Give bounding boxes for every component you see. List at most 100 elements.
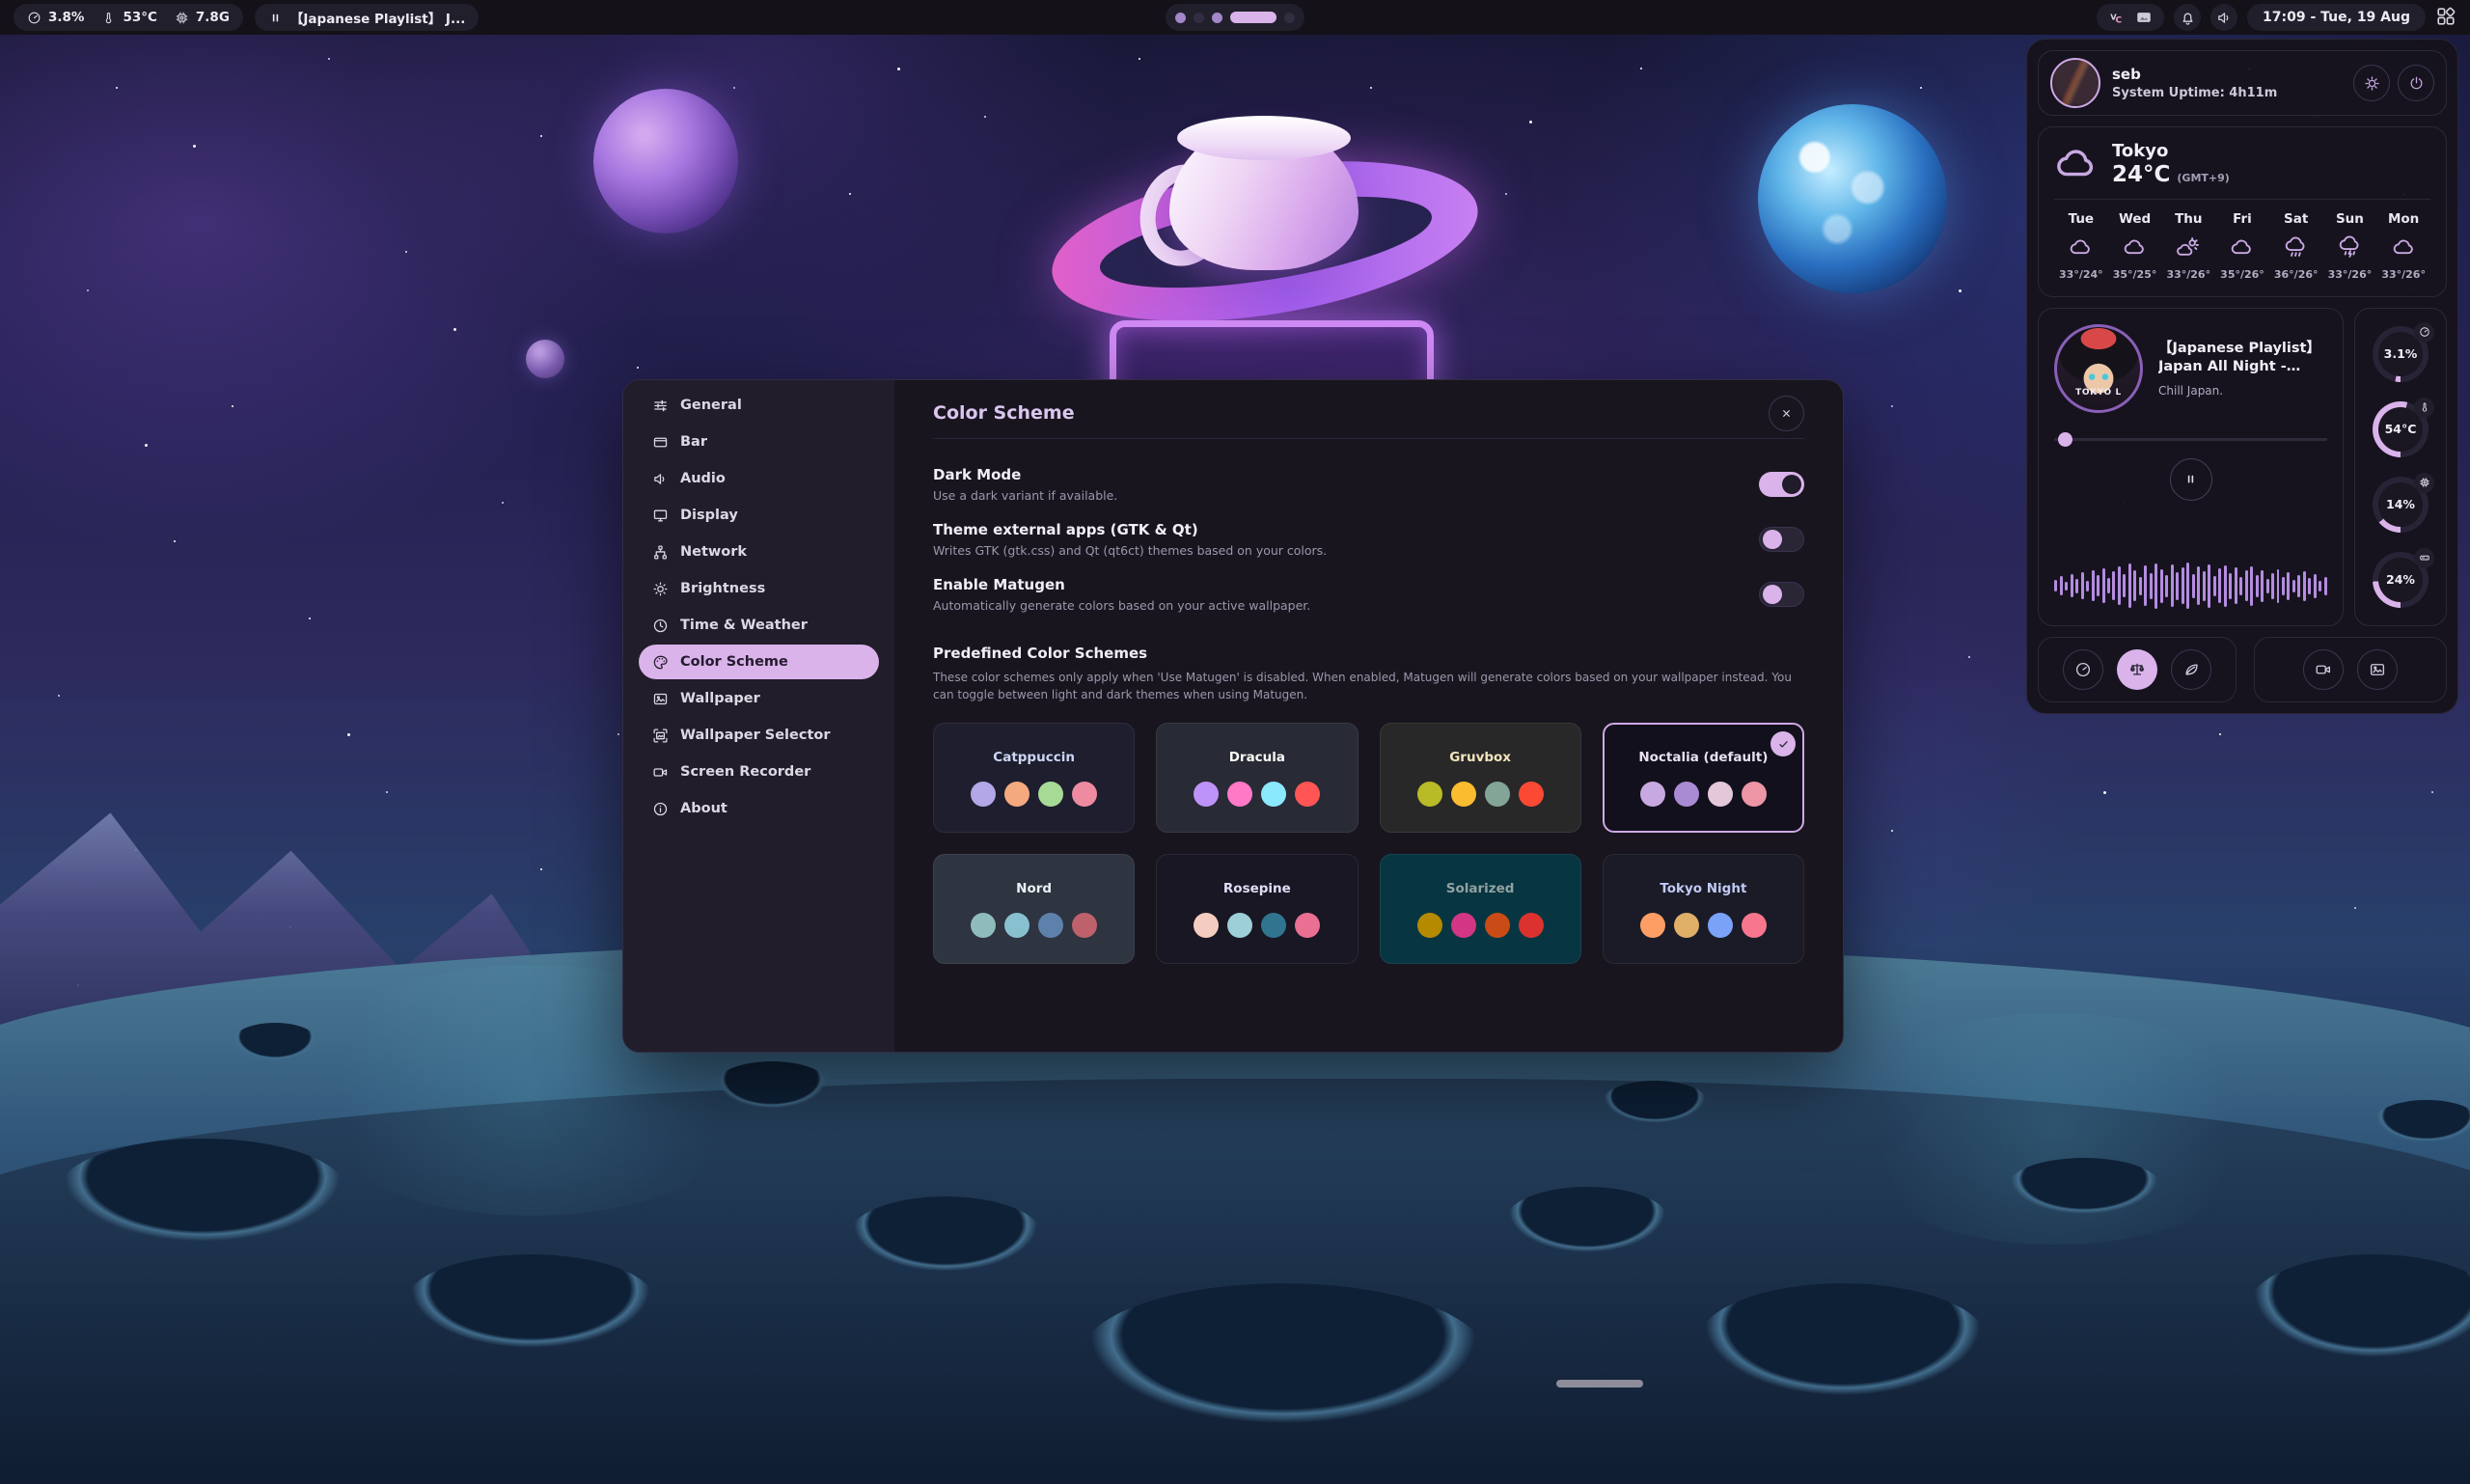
weather-card: Tokyo 24°C (GMT+9) Tue33°/24°Wed35°/25°T…: [2038, 126, 2447, 297]
scheme-name: Nord: [1016, 881, 1052, 896]
toggle-settings: Dark ModeUse a dark variant if available…: [933, 466, 1804, 631]
scheme-card-nord[interactable]: Nord: [933, 854, 1135, 964]
gauge-memory-usage: 14%: [2373, 477, 2429, 533]
scheme-colors: [1640, 913, 1767, 938]
scheme-colors: [1194, 782, 1320, 807]
setting-label: Dark Mode: [933, 466, 1117, 483]
forecast-day-name: Sun: [2336, 211, 2364, 227]
sidebar-item-label: Bar: [680, 434, 707, 450]
crater: [1505, 1187, 1669, 1254]
toggle-theme-external-apps-gtk-qt[interactable]: [1759, 527, 1804, 552]
settings-button[interactable]: [2353, 65, 2390, 101]
pause-icon: [2183, 472, 2198, 486]
weather-temperature: 24°C: [2112, 162, 2170, 187]
workspace-indicator[interactable]: [1166, 4, 1304, 31]
workspace-5[interactable]: [1284, 13, 1295, 23]
gauge-cpu-usage: 3.1%: [2373, 326, 2429, 382]
image-icon: [652, 691, 669, 707]
sidebar-item-display[interactable]: Display: [639, 498, 879, 533]
scheme-card-dracula[interactable]: Dracula: [1156, 723, 1358, 833]
scheme-card-noctalia-default[interactable]: Noctalia (default): [1603, 723, 1804, 833]
sidebar-item-time-weather[interactable]: Time & Weather: [639, 608, 879, 643]
forecast-temps: 33°/26°: [2166, 268, 2210, 281]
toggle-enable-matugen[interactable]: [1759, 582, 1804, 607]
overview-button[interactable]: [2435, 6, 2456, 30]
utilities-card: [2254, 637, 2447, 702]
screen-recorder-button[interactable]: [2303, 649, 2344, 690]
sidebar-item-network[interactable]: Network: [639, 535, 879, 569]
sidebar-item-brightness[interactable]: Brightness: [639, 571, 879, 606]
quick-settings-panel: seb System Uptime: 4h11m Tokyo 24°C (GMT…: [2026, 39, 2458, 714]
balanced-profile-button[interactable]: [2117, 649, 2157, 690]
system-tray[interactable]: VC: [2097, 4, 2164, 31]
system-stats-pill[interactable]: 3.8%53°C7.8G: [14, 4, 243, 31]
forecast-day-name: Wed: [2119, 211, 2151, 227]
cloud-icon: [2054, 142, 2099, 186]
crater: [1081, 1283, 1486, 1428]
scheme-card-catppuccin[interactable]: Catppuccin: [933, 723, 1135, 833]
notifications-button[interactable]: [2174, 4, 2201, 31]
power-button[interactable]: [2398, 65, 2434, 101]
sidebar-item-audio[interactable]: Audio: [639, 461, 879, 496]
scheme-colors: [1194, 913, 1320, 938]
scheme-card-solarized[interactable]: Solarized: [1380, 854, 1581, 964]
crater: [2374, 1100, 2470, 1143]
scheme-name: Gruvbox: [1449, 750, 1511, 765]
workspace-3[interactable]: [1212, 13, 1222, 23]
sidebar-item-wallpaper-selector[interactable]: Wallpaper Selector: [639, 718, 879, 753]
scheme-name: Rosepine: [1223, 881, 1291, 896]
forecast-day-name: Thu: [2175, 211, 2202, 227]
workspace-2[interactable]: [1194, 13, 1204, 23]
sidebar-item-label: Network: [680, 544, 747, 560]
speedometer-icon: [2414, 322, 2434, 343]
sidebar-item-about[interactable]: About: [639, 791, 879, 826]
system-uptime: System Uptime: 4h11m: [2112, 86, 2277, 100]
camera-icon: [652, 764, 669, 781]
volume-button[interactable]: [2210, 4, 2237, 31]
crater: [58, 1139, 347, 1245]
weather-timezone: (GMT+9): [2177, 172, 2229, 184]
power-saver-profile-button[interactable]: [2171, 649, 2211, 690]
wallpaper-tray-icon[interactable]: [2135, 9, 2153, 26]
close-button[interactable]: [1769, 396, 1804, 431]
sidebar-item-color-scheme[interactable]: Color Scheme: [639, 645, 879, 679]
clock[interactable]: 17:09 - Tue, 19 Aug: [2247, 4, 2426, 31]
progress-bar[interactable]: [2054, 432, 2327, 447]
performance-profile-button[interactable]: [2063, 649, 2103, 690]
gauge-value: 14%: [2386, 497, 2415, 511]
forecast-temps: 35°/25°: [2113, 268, 2157, 281]
sidebar-item-screen-recorder[interactable]: Screen Recorder: [639, 755, 879, 789]
wallpaper-button[interactable]: [2357, 649, 2398, 690]
tray-app-icon[interactable]: VC: [2108, 9, 2126, 26]
progress-knob[interactable]: [2058, 432, 2072, 447]
scheme-card-tokyo-night[interactable]: Tokyo Night: [1603, 854, 1804, 964]
info-icon: [652, 801, 669, 817]
scheme-colors: [971, 782, 1097, 807]
workspace-4[interactable]: [1230, 12, 1276, 23]
bottom-center-indicator: [1556, 1380, 1643, 1388]
topbar-media-pill[interactable]: 【Japanese Playlist】 J...: [255, 4, 479, 31]
sidebar-item-general[interactable]: General: [639, 388, 879, 423]
scheme-card-gruvbox[interactable]: Gruvbox: [1380, 723, 1581, 833]
sidebar-item-label: Wallpaper: [680, 691, 760, 706]
sidebar-item-wallpaper[interactable]: Wallpaper: [639, 681, 879, 716]
workspace-1[interactable]: [1175, 13, 1186, 23]
pause-button[interactable]: [2170, 458, 2212, 501]
forecast-day-name: Tue: [2069, 211, 2095, 227]
avatar: [2050, 58, 2100, 108]
scales-icon: [2128, 661, 2146, 678]
speedometer-icon: [27, 11, 41, 25]
scheme-card-rosepine[interactable]: Rosepine: [1156, 854, 1358, 964]
forecast-day-wed: Wed 35°/25°: [2108, 211, 2162, 281]
scheme-grid: CatppuccinDracula Gruvbox Noctalia (defaul…: [933, 723, 1804, 964]
sidebar-item-label: Wallpaper Selector: [680, 728, 831, 743]
scheme-colors: [1417, 782, 1544, 807]
forecast-day-name: Mon: [2388, 211, 2419, 227]
sidebar-item-bar[interactable]: Bar: [639, 425, 879, 459]
divider: [2054, 199, 2430, 200]
gauge-disk-usage: 24%: [2373, 552, 2429, 608]
toggle-dark-mode[interactable]: [1759, 472, 1804, 497]
bar-icon: [652, 434, 669, 451]
gauge-cpu-temperature: 54°C: [2373, 401, 2429, 457]
crater: [1602, 1081, 1708, 1124]
